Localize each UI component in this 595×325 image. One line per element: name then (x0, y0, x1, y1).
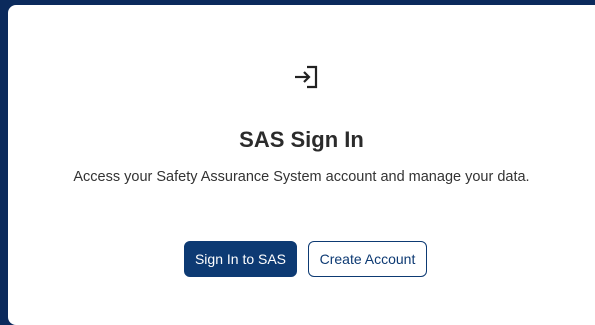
page-subtitle: Access your Safety Assurance System acco… (73, 169, 530, 185)
sign-in-button[interactable]: Sign In to SAS (184, 241, 297, 277)
page-title: SAS Sign In (239, 127, 364, 152)
sign-in-card: SAS Sign In Access your Safety Assurance… (8, 5, 595, 325)
create-account-button[interactable]: Create Account (308, 241, 427, 277)
sign-in-icon (292, 63, 322, 91)
